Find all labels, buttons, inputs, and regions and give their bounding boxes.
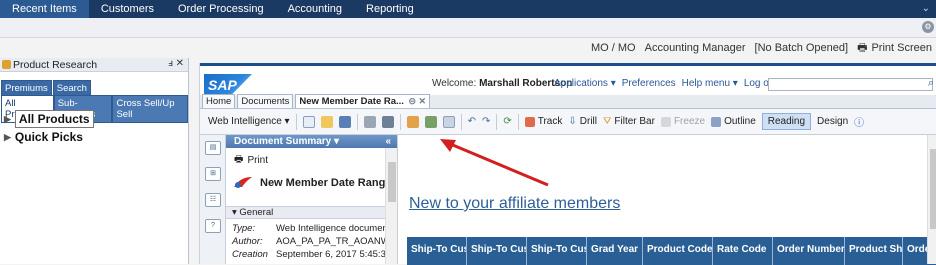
- arrow-line: [447, 141, 549, 187]
- annotation-arrow: [440, 139, 549, 187]
